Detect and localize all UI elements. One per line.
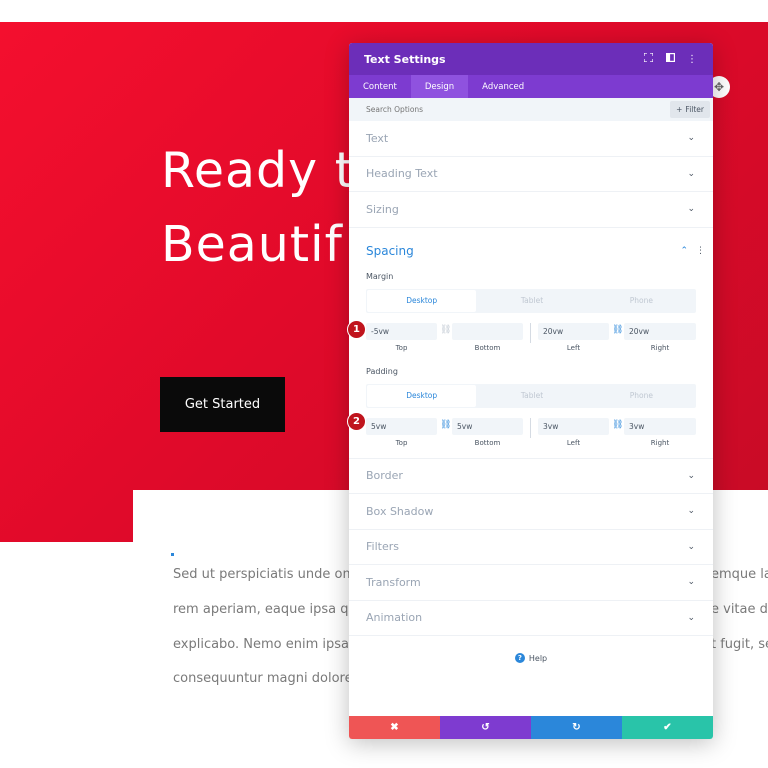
discard-button[interactable]: ✖ — [349, 716, 440, 739]
chevron-down-icon: ⌄ — [687, 470, 695, 481]
chevron-down-icon: ⌄ — [687, 612, 695, 623]
margin-right-input[interactable] — [624, 322, 696, 340]
toggle-label: Box Shadow — [366, 504, 434, 518]
padding-bottom-input[interactable] — [452, 417, 523, 435]
text-settings-modal: Text Settings ⋮ Content Design Advanced … — [349, 43, 713, 739]
side-label-bottom: Bottom — [474, 438, 501, 447]
margin-bottom-input[interactable] — [452, 322, 523, 340]
more-vertical-icon[interactable]: ⋮ — [696, 246, 705, 256]
tab-content[interactable]: Content — [349, 75, 411, 98]
chevron-down-icon: ⌄ — [687, 577, 695, 588]
modal-footer: ✖ ↺ ↻ ✔ — [349, 716, 713, 739]
side-label-right: Right — [650, 438, 670, 447]
help-link[interactable]: ? Help — [349, 636, 713, 680]
body-text-line: rem aperiam, eaque ipsa q — [173, 602, 349, 617]
device-tab-tablet[interactable]: Tablet — [477, 384, 586, 408]
plus-icon: + — [676, 105, 683, 114]
chevron-down-icon: ⌄ — [687, 168, 695, 179]
padding-label: Padding — [366, 366, 398, 376]
margin-top-input[interactable] — [366, 322, 437, 340]
get-started-button[interactable]: Get Started — [160, 377, 285, 432]
chevron-down-icon: ⌄ — [687, 541, 695, 552]
hero-heading-line-2: Beautif — [161, 216, 343, 273]
chevron-down-icon: ⌄ — [687, 133, 695, 144]
padding-left-input[interactable] — [538, 417, 609, 435]
filter-button[interactable]: + Filter — [670, 101, 710, 118]
toggle-label: Text — [366, 131, 389, 145]
toggle-animation[interactable]: Animation ⌄ — [349, 601, 713, 636]
toggle-box-shadow[interactable]: Box Shadow ⌄ — [349, 494, 713, 530]
padding-fields: ⛓ ⛓ Top Bottom Left Right — [349, 417, 713, 458]
toggle-label: Border — [366, 469, 403, 483]
margin-device-tabs: Desktop Tablet Phone — [366, 288, 696, 313]
margin-label: Margin — [366, 271, 394, 281]
toggle-spacing-open: Spacing ⌃ ⋮ Margin Desktop Tablet Phone … — [349, 228, 713, 459]
toggle-filters[interactable]: Filters ⌄ — [349, 530, 713, 565]
toggle-label: Heading Text — [366, 167, 438, 181]
save-button[interactable]: ✔ — [622, 716, 713, 739]
side-label-bottom: Bottom — [474, 343, 501, 352]
toggle-transform[interactable]: Transform ⌄ — [349, 565, 713, 601]
padding-right-input[interactable] — [624, 417, 696, 435]
modal-tabs: Content Design Advanced — [349, 75, 713, 98]
link-icon[interactable]: ⛓ — [440, 420, 451, 430]
field-divider — [530, 417, 531, 438]
undo-button[interactable]: ↺ — [440, 716, 531, 739]
link-icon[interactable]: ⛓ — [612, 325, 623, 335]
side-label-left: Left — [566, 438, 581, 447]
padding-device-tabs: Desktop Tablet Phone — [366, 383, 696, 408]
fullscreen-icon[interactable] — [637, 52, 659, 65]
side-label-right: Right — [650, 343, 670, 352]
toggle-label: Filters — [366, 540, 399, 554]
hero-heading-line-1: Ready t — [161, 142, 355, 199]
help-label: Help — [528, 653, 548, 663]
toggle-label: Animation — [366, 611, 423, 625]
step-badge-2: 2 — [347, 412, 366, 431]
toggle-text[interactable]: Text ⌄ — [349, 121, 713, 157]
toggle-heading-text[interactable]: Heading Text ⌄ — [349, 157, 713, 192]
device-tab-phone[interactable]: Phone — [587, 289, 696, 313]
device-tab-phone[interactable]: Phone — [587, 384, 696, 408]
search-options-bar: + Filter — [349, 98, 713, 121]
body-text-line-right: emque la — [711, 567, 768, 582]
filter-label: Filter — [685, 105, 704, 114]
step-badge-1: 1 — [347, 320, 366, 339]
toggle-border[interactable]: Border ⌄ — [349, 459, 713, 494]
more-vertical-icon[interactable]: ⋮ — [681, 54, 703, 65]
body-text-line: Sed ut perspiciatis unde om — [173, 567, 356, 582]
toggle-label: Transform — [366, 575, 421, 589]
toggle-label: Sizing — [366, 202, 399, 216]
padding-top-input[interactable] — [366, 417, 437, 435]
help-icon: ? — [514, 653, 525, 663]
selection-dot — [171, 553, 174, 556]
field-divider — [530, 322, 531, 343]
side-label-top: Top — [395, 343, 408, 352]
chevron-down-icon: ⌄ — [687, 204, 695, 215]
tab-advanced[interactable]: Advanced — [468, 75, 538, 98]
spacing-header[interactable]: Spacing ⌃ ⋮ — [349, 228, 713, 268]
body-text-line: explicabo. Nemo enim ipsa — [173, 637, 350, 652]
body-text-line: consequuntur magni dolore — [173, 671, 353, 686]
chevron-down-icon: ⌄ — [687, 506, 695, 517]
body-text-line-right: t fugit, se — [711, 637, 768, 652]
device-tab-tablet[interactable]: Tablet — [477, 289, 586, 313]
device-tab-desktop[interactable]: Desktop — [367, 384, 477, 407]
link-icon[interactable]: ⛓ — [440, 325, 451, 335]
modal-header: Text Settings ⋮ — [349, 43, 713, 75]
margin-left-input[interactable] — [538, 322, 609, 340]
modal-title: Text Settings — [364, 52, 446, 66]
toggle-sizing[interactable]: Sizing ⌄ — [349, 192, 713, 228]
tab-design[interactable]: Design — [410, 75, 469, 98]
side-label-top: Top — [395, 438, 408, 447]
split-view-icon[interactable] — [659, 53, 681, 65]
margin-fields: ⛓ ⛓ Top Bottom Left Right — [349, 322, 713, 363]
link-icon[interactable]: ⛓ — [612, 420, 623, 430]
body-text-line-right: e vitae d — [711, 602, 768, 617]
side-label-left: Left — [566, 343, 581, 352]
chevron-up-icon[interactable]: ⌃ — [680, 246, 688, 256]
redo-button[interactable]: ↻ — [531, 716, 622, 739]
device-tab-desktop[interactable]: Desktop — [367, 289, 477, 312]
toggle-label: Spacing — [366, 243, 414, 258]
search-options-input[interactable] — [366, 105, 566, 114]
